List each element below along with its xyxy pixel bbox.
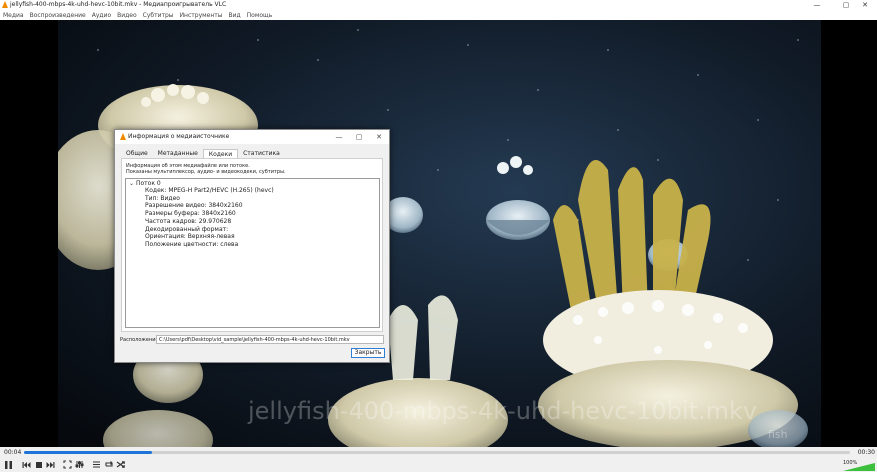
- window-title: jellyfish-400-mbps-4k-uhd-hevc-10bit.mkv…: [10, 1, 227, 8]
- tree-item-buffer-size[interactable]: Размеры буфера: 3840x2160: [145, 210, 274, 218]
- dialog-title: Информация о медиаисточнике: [128, 133, 230, 140]
- video-watermark: fish: [768, 428, 788, 441]
- menu-audio[interactable]: Аудио: [89, 12, 114, 19]
- controls-toolbar: 100%: [0, 458, 877, 472]
- menu-media[interactable]: Медиа: [0, 12, 27, 19]
- tree-item-type[interactable]: Тип: Видео: [145, 195, 274, 203]
- extended-settings-icon: [75, 461, 84, 468]
- progress-row: 00:04 00:30: [0, 447, 877, 458]
- tree-item-frame-rate[interactable]: Частота кадров: 29.970628: [145, 218, 274, 226]
- panel-description-detail: Показаны мультиплексор, аудио- и видеоко…: [126, 169, 286, 175]
- menu-tools[interactable]: Инструменты: [177, 12, 226, 19]
- fullscreen-button[interactable]: [62, 459, 73, 470]
- elapsed-time: 00:04: [4, 449, 22, 456]
- volume-slider-fill: [843, 463, 875, 471]
- tree-item-resolution[interactable]: Разрешение видео: 3840x2160: [145, 202, 274, 210]
- tree-item-codec[interactable]: Кодек: MPEG-H Part2/HEVC (H.265) (hevc): [145, 187, 274, 195]
- next-button[interactable]: [45, 459, 56, 470]
- previous-icon: [22, 461, 31, 468]
- tree-node-stream-0[interactable]: ⌄ Поток 0: [129, 180, 161, 187]
- pause-icon: [5, 460, 12, 469]
- shuffle-icon: [116, 461, 125, 468]
- seek-slider[interactable]: [24, 451, 850, 454]
- vlc-cone-icon: [120, 133, 126, 140]
- playlist-icon: [93, 461, 100, 468]
- vlc-cone-icon: [2, 1, 8, 8]
- shuffle-button[interactable]: [115, 459, 126, 470]
- tree-item-chroma-location[interactable]: Положение цветности: слева: [145, 241, 274, 249]
- dialog-close-button[interactable]: ✕: [369, 130, 389, 144]
- dialog-maximize-button[interactable]: ▢: [349, 130, 369, 144]
- tree-item-decoded-format[interactable]: Декодированный формат:: [145, 226, 274, 234]
- menu-video[interactable]: Видео: [114, 12, 140, 19]
- previous-button[interactable]: [21, 459, 32, 470]
- total-time[interactable]: 00:30: [858, 449, 875, 456]
- osd-filename-title: jellyfish-400-mbps-4k-uhd-hevc-10bit.mkv: [248, 397, 758, 425]
- media-info-dialog: Информация о медиаисточнике — ▢ ✕ Общие …: [114, 129, 390, 363]
- menu-bar: Медиа Воспроизведение Аудио Видео Субтит…: [0, 10, 877, 20]
- stop-button[interactable]: [33, 459, 44, 470]
- menu-view[interactable]: Вид: [226, 12, 244, 19]
- next-icon: [46, 461, 55, 468]
- loop-icon: [104, 461, 113, 467]
- extended-settings-button[interactable]: [74, 459, 85, 470]
- menu-subtitles[interactable]: Субтитры: [140, 12, 177, 19]
- tree-item-orientation[interactable]: Ориентация: Верхняя-левая: [145, 233, 274, 241]
- tree-children: Кодек: MPEG-H Part2/HEVC (H.265) (hevc) …: [145, 187, 274, 249]
- location-field[interactable]: C:\Users\pdf\Desktop\vid_sample\jellyfis…: [156, 335, 384, 344]
- seek-slider-fill: [24, 451, 153, 454]
- pause-button[interactable]: [3, 459, 14, 470]
- menu-playback[interactable]: Воспроизведение: [27, 12, 89, 19]
- codec-tree[interactable]: ⌄ Поток 0 Кодек: MPEG-H Part2/HEVC (H.265…: [125, 178, 380, 328]
- dialog-minimize-button[interactable]: —: [329, 130, 349, 144]
- dialog-title-bar[interactable]: Информация о медиаисточнике — ▢ ✕: [115, 130, 389, 144]
- close-button[interactable]: Закрыть: [351, 348, 385, 358]
- chevron-down-icon[interactable]: ⌄: [129, 180, 136, 187]
- playlist-button[interactable]: [91, 459, 102, 470]
- close-window-button[interactable]: ✕: [853, 0, 877, 10]
- fullscreen-icon: [63, 460, 72, 469]
- stop-icon: [35, 461, 42, 468]
- location-label: Расположение:: [120, 337, 161, 343]
- minimize-button[interactable]: —: [805, 0, 829, 10]
- codecs-panel: Информация об этом медиафайле или потоке…: [121, 158, 383, 332]
- tree-node-label: Поток 0: [136, 180, 161, 187]
- menu-help[interactable]: Помощь: [244, 12, 276, 19]
- window-title-bar: jellyfish-400-mbps-4k-uhd-hevc-10bit.mkv…: [0, 0, 877, 10]
- loop-button[interactable]: [103, 459, 114, 470]
- volume-slider[interactable]: [843, 463, 875, 471]
